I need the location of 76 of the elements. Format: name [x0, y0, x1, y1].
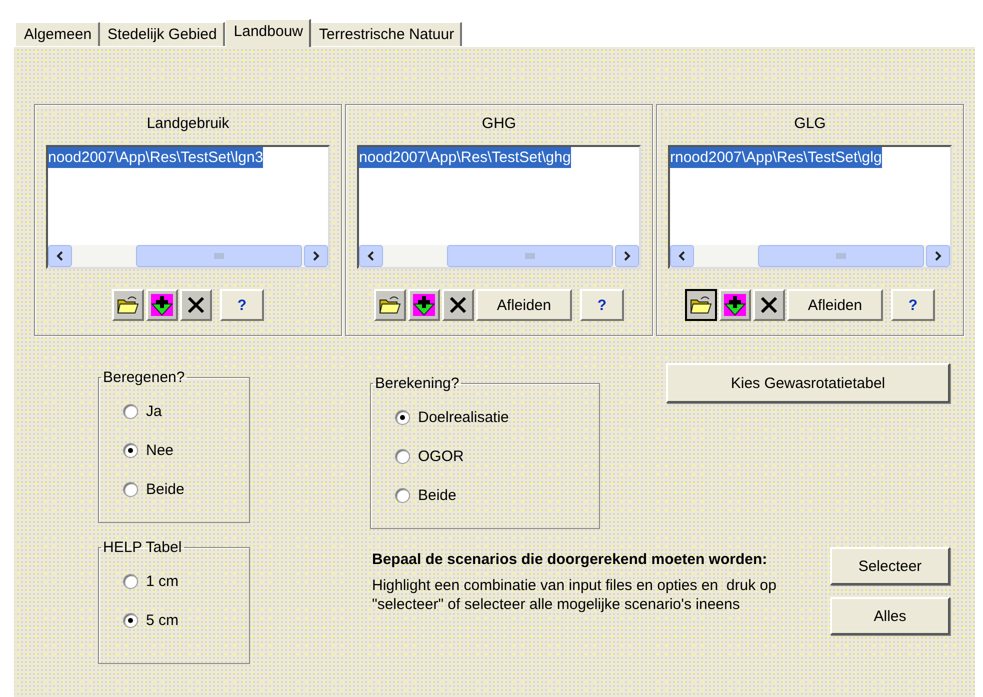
derive-button[interactable]: Afleiden [787, 289, 883, 321]
rotation-table-button[interactable]: Kies Gewasrotatietabel [666, 363, 950, 403]
folder-icon [379, 295, 401, 315]
horizontal-scrollbar[interactable] [48, 245, 328, 267]
radio-label: Beide [418, 487, 456, 504]
radio-label: Nee [146, 442, 174, 459]
radio-button[interactable] [123, 574, 138, 589]
scroll-right-button[interactable] [615, 245, 639, 267]
group-label: Beregenen? [102, 369, 186, 386]
scroll-thumb[interactable] [136, 245, 302, 267]
action-button[interactable]: Selecteer [830, 547, 950, 585]
help-button[interactable]: ? [580, 289, 624, 321]
tab[interactable]: Landbouw [224, 19, 312, 47]
radio-label: Ja [146, 403, 162, 420]
add-button[interactable] [719, 289, 751, 321]
info-text: Highlight een combinatie van input files en opties en druk op "selecteer" of selecteer alle mogelijke scenario's ineens [372, 576, 778, 614]
radio-label: 5 cm [146, 612, 179, 629]
file-list[interactable]: nood2007\App\Res\TestSet\lgn3 [46, 145, 330, 269]
close-icon [186, 295, 206, 315]
radio-label: Beide [146, 481, 184, 498]
radio-button[interactable] [123, 482, 138, 497]
list-item[interactable]: rnood2007\App\Res\TestSet\glg [670, 147, 882, 168]
grip-icon [836, 252, 846, 260]
radio-button[interactable] [395, 410, 410, 425]
file-list[interactable]: nood2007\App\Res\TestSet\ghg [357, 145, 641, 269]
radio-button[interactable] [123, 443, 138, 458]
scroll-thumb[interactable] [758, 245, 924, 267]
list-item[interactable]: nood2007\App\Res\TestSet\lgn3 [48, 147, 264, 168]
add-button[interactable] [146, 289, 178, 321]
horizontal-scrollbar[interactable] [359, 245, 639, 267]
group-title: GLG [794, 114, 826, 134]
tab[interactable]: Terrestrische Natuur [311, 22, 462, 46]
chevron-right-icon [622, 251, 632, 261]
chevron-left-icon [366, 251, 376, 261]
radio-button[interactable] [123, 404, 138, 419]
radio-button[interactable] [395, 488, 410, 503]
group-label: HELP Tabel [102, 539, 183, 556]
radio-button[interactable] [123, 613, 138, 628]
help-button[interactable]: ? [220, 289, 264, 321]
grip-icon [214, 252, 224, 260]
chevron-right-icon [933, 251, 943, 261]
scroll-left-button[interactable] [359, 245, 383, 267]
chevron-right-icon [311, 251, 321, 261]
radio-button[interactable] [395, 449, 410, 464]
delete-button[interactable] [753, 289, 785, 321]
radio-label: Doelrealisatie [418, 409, 509, 426]
list-item[interactable]: nood2007\App\Res\TestSet\ghg [359, 147, 571, 168]
action-button[interactable]: Alles [830, 597, 950, 635]
chevron-left-icon [677, 251, 687, 261]
tab[interactable]: Stedelijk Gebied [100, 22, 225, 46]
tab[interactable]: Algemeen [16, 22, 100, 46]
scroll-right-button[interactable] [304, 245, 328, 267]
open-button[interactable] [685, 289, 717, 321]
folder-icon [117, 295, 139, 315]
scroll-right-button[interactable] [926, 245, 950, 267]
group-label: Berekening? [374, 375, 460, 392]
info-heading: Bepaal de scenarios die doorgerekend moeten worden: [372, 550, 768, 570]
derive-button[interactable]: Afleiden [476, 289, 572, 321]
scroll-left-button[interactable] [670, 245, 694, 267]
scroll-thumb[interactable] [446, 245, 613, 267]
add-button[interactable] [408, 289, 440, 321]
radio-label: OGOR [418, 448, 464, 465]
scroll-left-button[interactable] [48, 245, 72, 267]
grip-icon [524, 252, 535, 260]
folder-icon [690, 295, 712, 315]
close-icon [759, 295, 779, 315]
horizontal-scrollbar[interactable] [670, 245, 950, 267]
delete-button[interactable] [180, 289, 212, 321]
group-title: GHG [482, 114, 516, 134]
delete-button[interactable] [442, 289, 474, 321]
help-button[interactable]: ? [891, 289, 935, 321]
file-list[interactable]: rnood2007\App\Res\TestSet\glg [668, 145, 952, 269]
close-icon [448, 295, 468, 315]
group-title: Landgebruik [146, 114, 230, 134]
radio-label: 1 cm [146, 573, 179, 590]
chevron-left-icon [55, 251, 65, 261]
